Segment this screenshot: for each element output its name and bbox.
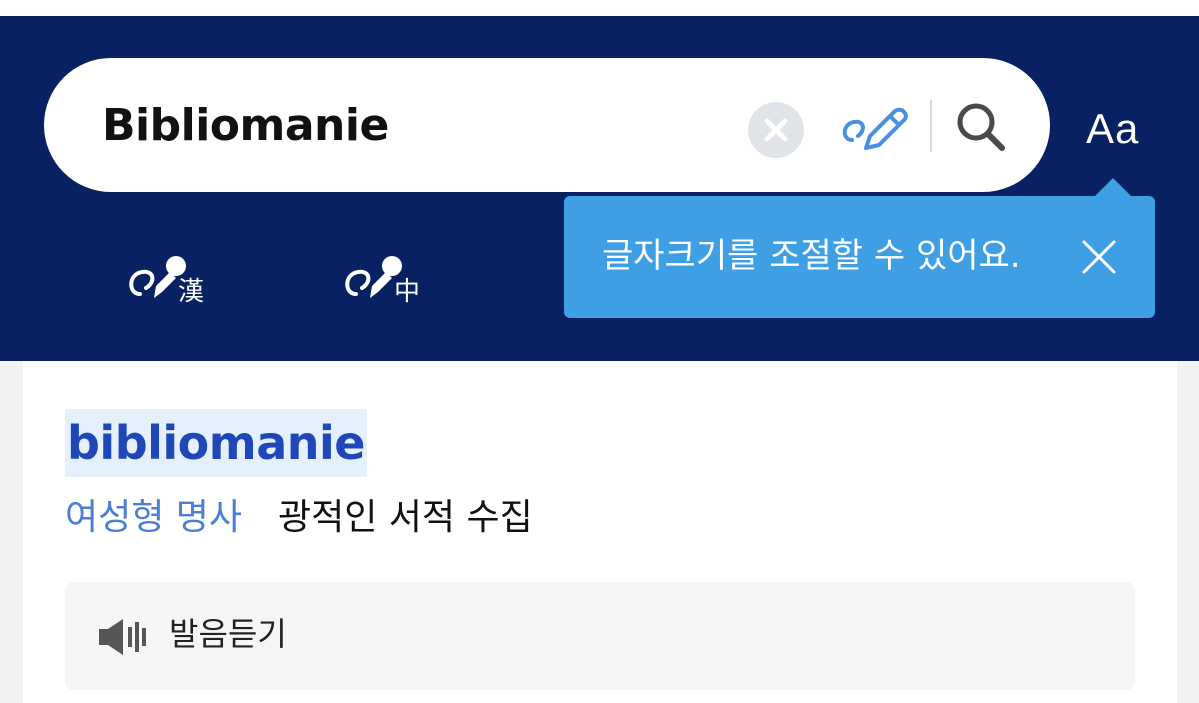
clear-button[interactable] [748,102,804,158]
status-strip [0,0,1199,16]
tooltip-text: 글자크기를 조절할 수 있어요. [602,236,1021,276]
result-card: bibliomanie 여성형 명사 광적인 서적 수집 발음듣기 [23,361,1177,703]
handwriting-pen-icon [842,107,908,150]
tooltip-close-button[interactable] [1080,238,1118,276]
search-bar[interactable]: Bibliomanie [44,58,1050,192]
speaker-icon [99,619,146,655]
hanja-handwriting-button[interactable]: 漢 [126,242,208,307]
hanja-char: 漢 [178,277,204,304]
search-icon [957,103,1005,151]
close-icon [1082,240,1116,274]
search-button[interactable] [952,98,1012,158]
font-size-tooltip: 글자크기를 조절할 수 있어요. [564,196,1155,318]
chinese-char: 中 [394,277,420,304]
search-input[interactable]: Bibliomanie [102,98,389,154]
pronunciation-label: 발음듣기 [169,615,287,653]
clear-icon [764,118,788,142]
hanja-handwriting-icon: 漢 [129,256,204,307]
headword-link[interactable]: bibliomanie [67,416,365,470]
handwriting-button[interactable] [840,100,910,156]
pronunciation-button[interactable]: 발음듣기 [65,582,1135,690]
font-size-button[interactable]: Aa [1086,103,1139,155]
headword-highlight: bibliomanie [65,409,367,477]
part-of-speech: 여성형 명사 [65,497,243,538]
chinese-handwriting-button[interactable]: 中 [342,242,424,307]
tooltip-pointer [1095,178,1131,196]
search-divider [930,100,932,152]
meaning-text: 광적인 서적 수집 [278,497,533,538]
chinese-handwriting-icon: 中 [345,256,420,307]
